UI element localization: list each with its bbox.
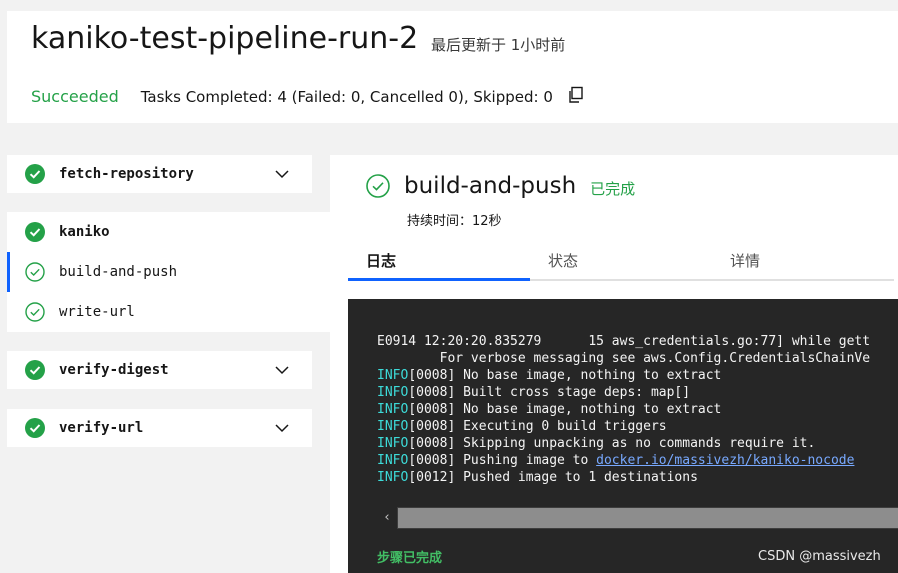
success-check-outline-icon — [25, 302, 45, 322]
log-line: [0008] No base image, nothing to extract — [408, 402, 722, 417]
step-write-url[interactable]: write-url — [7, 292, 330, 332]
success-check-icon — [25, 418, 45, 438]
step-title-row: build-and-push 已完成 — [366, 173, 635, 199]
log-level: INFO — [377, 368, 409, 383]
step-duration: 持续时间：12秒 — [407, 214, 502, 229]
watermark: CSDN @massivezh — [758, 549, 881, 564]
log-line: [0012] Pushed image to 1 destinations — [408, 470, 698, 485]
copy-icon[interactable] — [567, 86, 585, 104]
log-level: INFO — [377, 453, 409, 468]
pipeline-run-header: kaniko-test-pipeline-run-2 最后更新于 1小时前 Su… — [7, 11, 898, 123]
log-level: INFO — [377, 402, 409, 417]
success-check-icon — [25, 222, 45, 242]
image-link[interactable]: docker.io/massivezh/kaniko-nocode — [596, 453, 854, 468]
task-label: fetch-repository — [59, 166, 194, 182]
log-level: INFO — [377, 419, 409, 434]
log-level: INFO — [377, 470, 409, 485]
success-check-icon — [25, 360, 45, 380]
log-line: [0008] Skipping unpacking as no commands… — [408, 436, 816, 451]
scroll-left-icon[interactable]: ‹ — [377, 507, 397, 529]
task-label: verify-digest — [59, 362, 169, 378]
task-label: kaniko — [59, 224, 110, 240]
log-viewer[interactable]: E0914 12:20:20.835279 15 aws_credentials… — [348, 299, 898, 573]
detail-tabs: 日志 状态 详情 — [348, 245, 894, 281]
horizontal-scrollbar[interactable]: ‹ — [377, 507, 898, 529]
step-build-and-push[interactable]: build-and-push — [7, 252, 330, 292]
tab-logs[interactable]: 日志 — [348, 245, 530, 281]
task-fetch-repository[interactable]: fetch-repository — [7, 155, 312, 193]
task-kaniko: kaniko build-and-push write-url — [7, 212, 330, 332]
step-status-badge: 已完成 — [590, 179, 636, 198]
chevron-down-icon[interactable] — [274, 420, 290, 436]
task-verify-url[interactable]: verify-url — [7, 409, 312, 447]
task-verify-digest[interactable]: verify-digest — [7, 351, 312, 389]
tab-status[interactable]: 状态 — [530, 245, 712, 281]
step-label: write-url — [59, 304, 135, 320]
chevron-down-icon[interactable] — [274, 166, 290, 182]
chevron-down-icon[interactable] — [274, 362, 290, 378]
page-title: kaniko-test-pipeline-run-2 — [31, 21, 419, 56]
step-complete-text: 步骤已完成 — [377, 551, 443, 566]
success-check-icon — [25, 164, 45, 184]
scrollbar-thumb[interactable] — [398, 508, 898, 528]
log-line: [0008] Pushing image to — [408, 453, 597, 468]
run-status-badge: Succeeded — [31, 87, 119, 106]
tab-details[interactable]: 详情 — [712, 245, 894, 281]
run-status-line: Succeeded Tasks Completed: 4 (Failed: 0,… — [31, 86, 585, 106]
task-kaniko-header[interactable]: kaniko — [7, 212, 110, 252]
last-updated-text: 最后更新于 1小时前 — [431, 36, 566, 54]
log-level: INFO — [377, 436, 409, 451]
task-label: verify-url — [59, 420, 144, 436]
log-line: For verbose messaging see aws.Config.Cre… — [377, 351, 871, 366]
log-line: E0914 12:20:20.835279 15 aws_credentials… — [377, 334, 871, 349]
log-level: INFO — [377, 385, 409, 400]
success-check-outline-icon — [366, 174, 390, 198]
log-line: [0008] Executing 0 build triggers — [408, 419, 667, 434]
step-label: build-and-push — [59, 264, 178, 280]
step-title: build-and-push — [404, 173, 577, 199]
log-line: [0008] Built cross stage deps: map[] — [408, 385, 691, 400]
step-detail-panel: build-and-push 已完成 持续时间：12秒 日志 状态 详情 E09… — [330, 155, 898, 573]
log-content: E0914 12:20:20.835279 15 aws_credentials… — [377, 333, 870, 486]
log-line: [0008] No base image, nothing to extract — [408, 368, 722, 383]
success-check-outline-icon — [25, 262, 45, 282]
tasks-summary: Tasks Completed: 4 (Failed: 0, Cancelled… — [140, 87, 553, 106]
